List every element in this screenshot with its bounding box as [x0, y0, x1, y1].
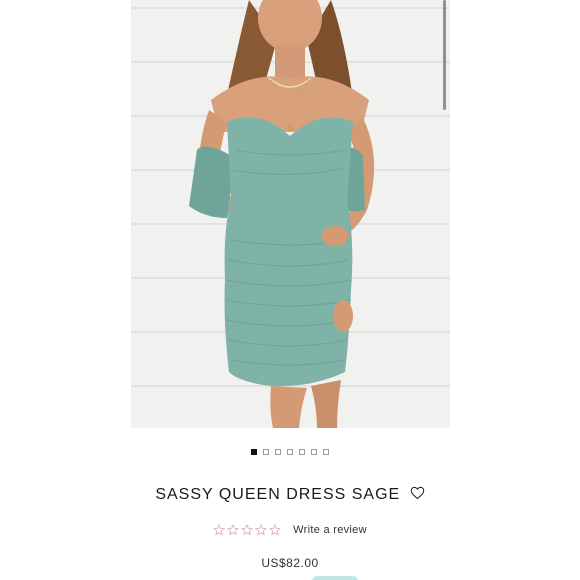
- heart-outline-icon[interactable]: [410, 486, 425, 505]
- product-price: US$82.00: [261, 556, 319, 570]
- star-outline-icon: [255, 524, 268, 536]
- product-photo: [131, 0, 450, 428]
- carousel-dots: [0, 449, 580, 455]
- star-outline-icon: [227, 524, 240, 536]
- carousel-dot-6[interactable]: [311, 449, 317, 455]
- carousel-dot-1[interactable]: [251, 449, 257, 455]
- rating-stars[interactable]: [213, 524, 282, 536]
- star-outline-icon: [241, 524, 254, 536]
- rating-row: Write a review: [0, 524, 580, 536]
- carousel-dot-7[interactable]: [323, 449, 329, 455]
- carousel-dot-4[interactable]: [287, 449, 293, 455]
- carousel-dot-5[interactable]: [299, 449, 305, 455]
- carousel-dot-3[interactable]: [275, 449, 281, 455]
- carousel-dot-2[interactable]: [263, 449, 269, 455]
- product-title-row: SASSY QUEEN DRESS SAGE: [0, 486, 580, 505]
- product-page: SASSY QUEEN DRESS SAGE Write a review US…: [0, 0, 580, 580]
- add-to-cart-button[interactable]: [312, 576, 358, 580]
- write-review-link[interactable]: Write a review: [293, 524, 367, 536]
- star-outline-icon: [269, 524, 282, 536]
- product-title: SASSY QUEEN DRESS SAGE: [155, 486, 401, 503]
- image-scrollbar[interactable]: [443, 0, 446, 110]
- star-outline-icon: [213, 524, 226, 536]
- product-image[interactable]: [131, 0, 450, 428]
